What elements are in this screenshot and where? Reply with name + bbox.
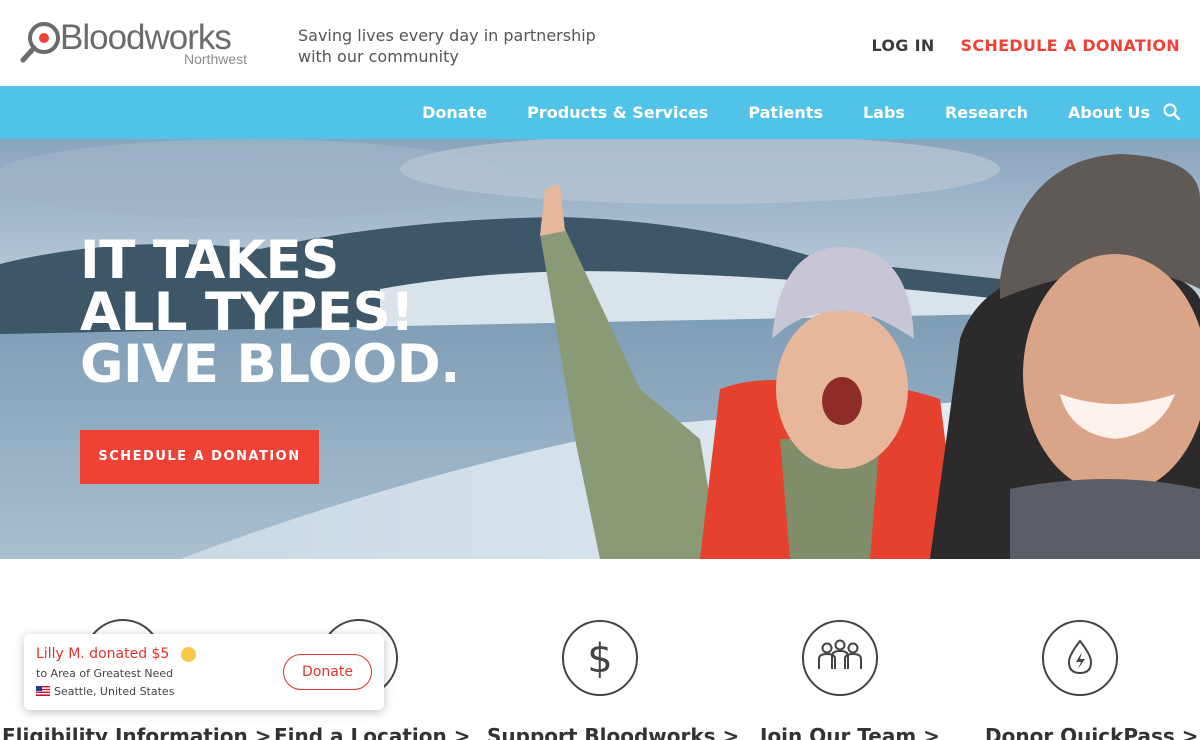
nav-item-patients[interactable]: Patients: [748, 103, 823, 122]
donor-name-amount: Lilly M. donated $5: [36, 646, 170, 662]
schedule-donation-link[interactable]: SCHEDULE A DONATION: [961, 36, 1180, 55]
nav-item-labs[interactable]: Labs: [863, 103, 905, 122]
hero-headline-line-3: GIVE BLOOD.: [80, 334, 460, 395]
nav-item-about-us[interactable]: About Us: [1068, 103, 1150, 122]
popup-donate-button[interactable]: Donate: [283, 654, 372, 690]
team-icon: [802, 620, 878, 696]
dollar-icon: $: [562, 620, 638, 696]
bloodworks-logo[interactable]: Bloodworks Northwest: [20, 18, 260, 68]
hero-headline-line-2: ALL TYPES!: [80, 282, 414, 343]
quickpass-drop-icon: [1042, 620, 1118, 696]
quick-link-quickpass[interactable]: [960, 619, 1200, 740]
quick-link-support[interactable]: $: [480, 619, 720, 740]
header-actions: LOG IN SCHEDULE A DONATION: [871, 34, 1180, 56]
hero-banner: IT TAKES ALL TYPES! GIVE BLOOD. SCHEDULE…: [0, 139, 1200, 559]
logo-subtitle: Northwest: [184, 51, 248, 67]
quick-link-eligibility-label[interactable]: Eligibility Information >: [2, 724, 271, 740]
nav-menu: Donate Products & Services Patients Labs…: [422, 86, 1150, 139]
us-flag-icon: [36, 686, 50, 696]
nav-item-donate[interactable]: Donate: [422, 103, 487, 122]
site-tagline: Saving lives every day in partnership wi…: [298, 26, 596, 66]
recent-donation-popup: Lilly M. donated $5 to Area of Greatest …: [24, 634, 384, 710]
nav-item-research[interactable]: Research: [945, 103, 1028, 122]
main-nav: Donate Products & Services Patients Labs…: [0, 86, 1200, 139]
nav-item-products-services[interactable]: Products & Services: [527, 103, 708, 122]
quick-link-join-team-label[interactable]: Join Our Team >: [760, 724, 940, 740]
search-icon[interactable]: [1162, 102, 1182, 122]
logo-drop-magnifier-icon: [20, 22, 60, 63]
donor-location: Seattle, United States: [54, 685, 175, 698]
quick-link-find-location-label[interactable]: Find a Location >: [274, 724, 470, 740]
donation-designation: to Area of Greatest Need: [36, 667, 174, 680]
hero-headline: IT TAKES ALL TYPES! GIVE BLOOD.: [80, 230, 520, 395]
quick-link-quickpass-label[interactable]: Donor QuickPass >: [985, 724, 1199, 740]
svg-text:$: $: [587, 636, 612, 682]
login-link[interactable]: LOG IN: [871, 36, 934, 55]
smile-emoji-icon: [181, 647, 196, 662]
hero-headline-line-1: IT TAKES: [80, 230, 339, 291]
quick-link-join-team[interactable]: [720, 619, 960, 740]
quick-link-support-label[interactable]: Support Bloodworks >: [487, 724, 739, 740]
site-header: Bloodworks Northwest Saving lives every …: [0, 0, 1200, 86]
hero-schedule-donation-button[interactable]: SCHEDULE A DONATION: [80, 430, 319, 484]
